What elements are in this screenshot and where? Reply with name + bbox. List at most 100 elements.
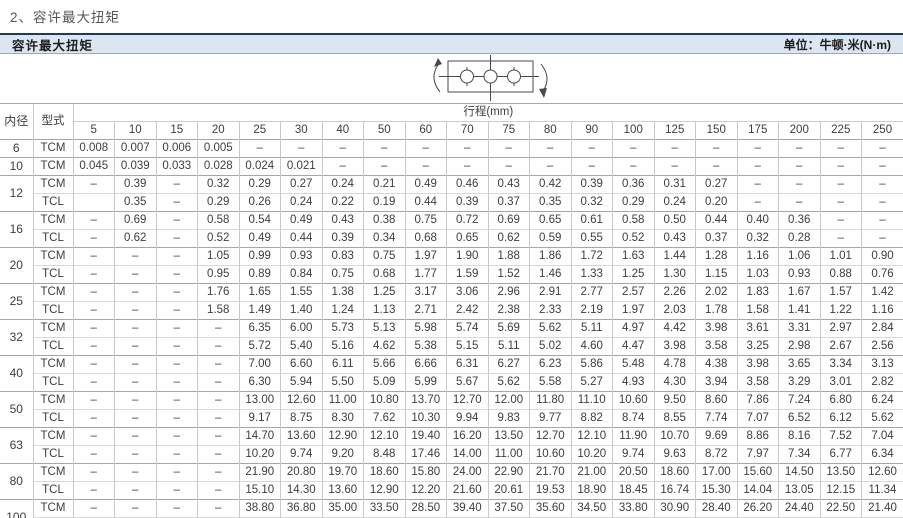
type-cell: TCL xyxy=(33,410,73,428)
torque-value-cell: 0.65 xyxy=(530,212,572,230)
torque-value-cell: 13.60 xyxy=(281,428,323,446)
torque-value-cell: – xyxy=(198,428,240,446)
stroke-header-cell: 15 xyxy=(156,122,198,140)
torque-value-cell: 6.35 xyxy=(239,320,281,338)
torque-value-cell: 1.78 xyxy=(696,302,738,320)
torque-value-cell: 0.75 xyxy=(405,212,447,230)
table-row: 40TCM––––7.006.606.115.666.666.316.276.2… xyxy=(0,356,903,374)
torque-value-cell: – xyxy=(405,158,447,176)
torque-value-cell: 5.15 xyxy=(447,338,489,356)
torque-value-cell: 20.61 xyxy=(488,482,530,500)
stroke-header-cell: 250 xyxy=(862,122,903,140)
torque-value-cell: 11.00 xyxy=(322,392,364,410)
inner-diameter-cell: 25 xyxy=(0,284,33,320)
table-row: 100TCM––––38.8036.8035.0033.5028.5039.40… xyxy=(0,500,903,518)
torque-value-cell: 2.91 xyxy=(530,284,572,302)
torque-value-cell: 9.17 xyxy=(239,410,281,428)
torque-value-cell: 10.60 xyxy=(613,392,655,410)
torque-value-cell: 1.16 xyxy=(737,248,779,266)
torque-value-cell: 1.88 xyxy=(488,248,530,266)
torque-value-cell: 19.40 xyxy=(405,428,447,446)
torque-value-cell: – xyxy=(198,482,240,500)
torque-value-cell: 1.05 xyxy=(198,248,240,266)
torque-value-cell: – xyxy=(73,320,115,338)
torque-value-cell: – xyxy=(115,392,157,410)
torque-value-cell: 1.55 xyxy=(281,284,323,302)
torque-value-cell: – xyxy=(73,464,115,482)
torque-value-cell: 0.68 xyxy=(405,230,447,248)
torque-value-cell: 21.90 xyxy=(239,464,281,482)
torque-value-cell: 6.80 xyxy=(820,392,862,410)
torque-value-cell: 3.25 xyxy=(737,338,779,356)
torque-value-cell: 34.50 xyxy=(571,500,613,518)
torque-value-cell: 0.34 xyxy=(364,230,406,248)
torque-value-cell: – xyxy=(156,482,198,500)
torque-value-cell: 4.62 xyxy=(364,338,406,356)
torque-value-cell: – xyxy=(198,338,240,356)
torque-value-cell: 1.16 xyxy=(862,302,903,320)
torque-value-cell: 1.67 xyxy=(779,284,821,302)
type-cell: TCL xyxy=(33,338,73,356)
torque-value-cell: 8.16 xyxy=(779,428,821,446)
inner-diameter-cell: 32 xyxy=(0,320,33,356)
torque-value-cell: – xyxy=(115,302,157,320)
torque-value-cell: 8.75 xyxy=(281,410,323,428)
torque-value-cell: 5.38 xyxy=(405,338,447,356)
torque-value-cell: – xyxy=(198,356,240,374)
torque-value-cell: 13.50 xyxy=(488,428,530,446)
torque-value-cell: 5.50 xyxy=(322,374,364,392)
table-row: 12TCM–0.39–0.320.290.270.240.210.490.460… xyxy=(0,176,903,194)
torque-value-cell: 0.42 xyxy=(530,176,572,194)
torque-value-cell: 8.74 xyxy=(613,410,655,428)
torque-value-cell: 0.55 xyxy=(571,230,613,248)
torque-value-cell: 0.61 xyxy=(571,212,613,230)
torque-value-cell: 7.00 xyxy=(239,356,281,374)
torque-value-cell: – xyxy=(115,374,157,392)
torque-value-cell: – xyxy=(156,392,198,410)
table-row: 32TCM––––6.356.005.735.135.985.745.695.6… xyxy=(0,320,903,338)
torque-value-cell: 1.58 xyxy=(198,302,240,320)
torque-value-cell: – xyxy=(737,140,779,158)
inner-diameter-cell: 16 xyxy=(0,212,33,248)
torque-value-cell: 1.41 xyxy=(779,302,821,320)
torque-value-cell: 10.30 xyxy=(405,410,447,428)
torque-value-cell: 10.20 xyxy=(239,446,281,464)
stroke-header-cell: 60 xyxy=(405,122,447,140)
torque-value-cell: 0.54 xyxy=(239,212,281,230)
torque-value-cell: 0.65 xyxy=(447,230,489,248)
table-header-row: 内径 型式 行程(mm) xyxy=(0,104,903,122)
torque-value-cell: – xyxy=(73,212,115,230)
torque-value-cell: 11.10 xyxy=(571,392,613,410)
torque-value-cell: – xyxy=(156,284,198,302)
torque-value-cell: 2.26 xyxy=(654,284,696,302)
torque-value-cell: 13.50 xyxy=(820,464,862,482)
torque-value-cell: – xyxy=(115,320,157,338)
torque-value-cell: 13.05 xyxy=(779,482,821,500)
table-row: 63TCM––––14.7013.6012.9012.1019.4016.201… xyxy=(0,428,903,446)
torque-value-cell: 12.70 xyxy=(530,428,572,446)
torque-value-cell: 0.93 xyxy=(281,248,323,266)
torque-value-cell: – xyxy=(530,158,572,176)
torque-value-cell: 0.006 xyxy=(156,140,198,158)
torque-value-cell: 16.74 xyxy=(654,482,696,500)
torque-value-cell: 8.60 xyxy=(696,392,738,410)
torque-value-cell: 7.34 xyxy=(779,446,821,464)
torque-value-cell: 2.84 xyxy=(862,320,903,338)
torque-value-cell: 5.58 xyxy=(530,374,572,392)
torque-value-cell: 5.98 xyxy=(405,320,447,338)
torque-value-cell: – xyxy=(820,194,862,212)
type-cell: TCM xyxy=(33,158,73,176)
type-cell: TCL xyxy=(33,230,73,248)
torque-value-cell: 7.07 xyxy=(737,410,779,428)
torque-value-cell: – xyxy=(156,446,198,464)
torque-value-cell: – xyxy=(73,338,115,356)
torque-value-cell: 3.34 xyxy=(820,356,862,374)
torque-value-cell: 9.74 xyxy=(613,446,655,464)
torque-value-cell: 7.24 xyxy=(779,392,821,410)
torque-value-cell: – xyxy=(654,158,696,176)
col-header-stroke-group: 行程(mm) xyxy=(73,104,903,122)
torque-value-cell: – xyxy=(115,410,157,428)
torque-value-cell xyxy=(73,194,115,212)
torque-value-cell: 14.70 xyxy=(239,428,281,446)
torque-value-cell: 36.80 xyxy=(281,500,323,518)
